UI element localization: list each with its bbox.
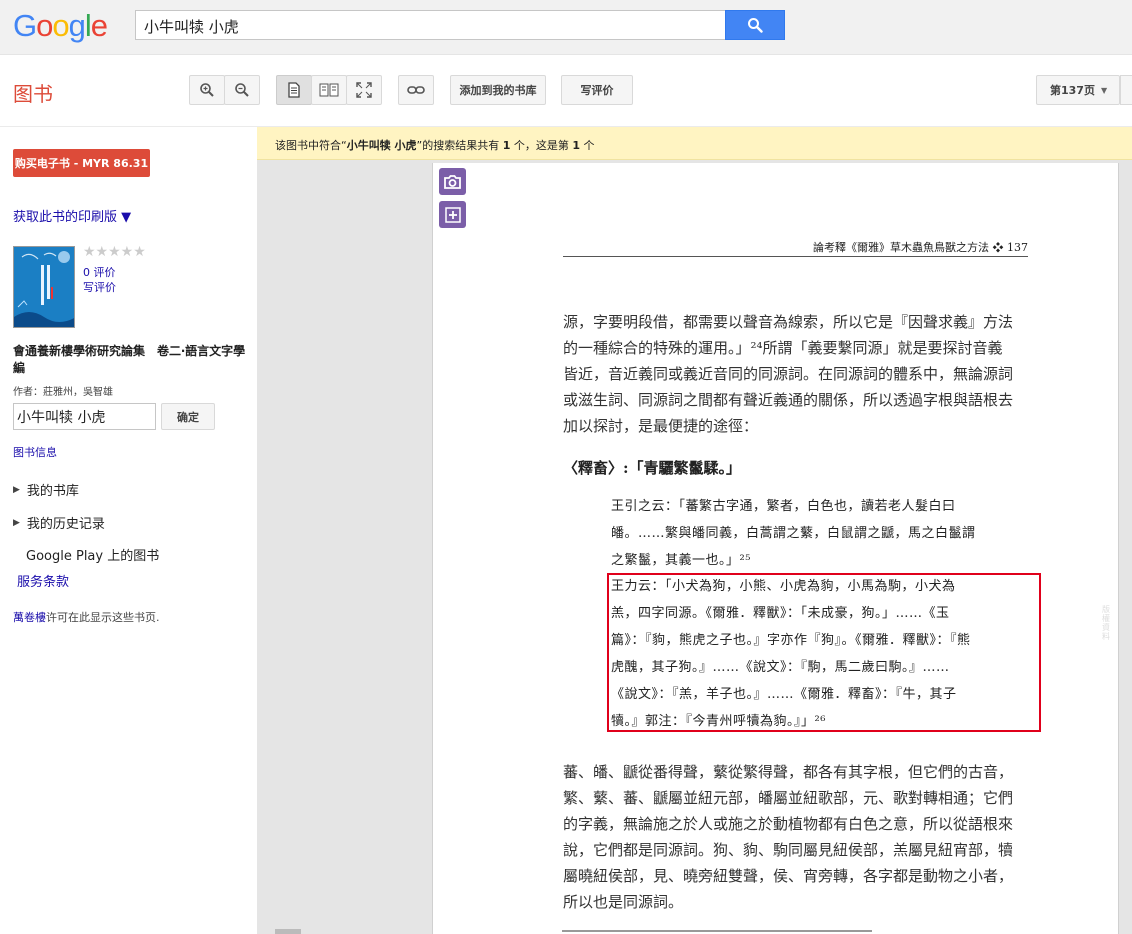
book-page[interactable]: 論考釋《爾雅》草木蟲魚鳥獸之方法 ❖ 137 源，字要明段借，都需要以聲音為線索… xyxy=(432,163,1119,934)
write-review-button[interactable]: 写评价 xyxy=(561,75,633,105)
nav-play-books[interactable]: Google Play 上的图书 xyxy=(26,545,159,564)
side-watermark: 版權資料 xyxy=(1102,605,1110,641)
book-viewer[interactable]: 该图书中符合“小牛叫犊 小虎”的搜索结果共有 1 个，这是第 1 个 論考釋《爾… xyxy=(257,127,1132,934)
notice-index: 1 xyxy=(572,139,581,152)
text-line: 虎醜，其子狗。』……《說文》：『駒，馬二歲曰駒。』…… xyxy=(611,660,950,675)
chevron-down-icon: ▼ xyxy=(1100,85,1108,95)
text-line: 蕃、皤、鼶從番得聲，蘩從繁得聲，都各有其字根，但它們的古音， xyxy=(563,763,1014,781)
text-line: 篇》：『豿，熊虎之子也。』字亦作『狗』。《爾雅．釋獸》：『熊 xyxy=(611,633,971,648)
fullscreen-button[interactable] xyxy=(346,75,382,105)
text-line: 王引之云：「蕃繁古字通，繁者，白色也，讀若老人髮白曰 xyxy=(611,499,956,514)
text-line: 屬曉紐侯部，見、曉旁紐雙聲，侯、宵旁轉，各字都是動物之小者， xyxy=(563,867,1014,885)
quote-wang-yinzhi: 王引之云：「蕃繁古字通，繁者，白色也，讀若老人髮白曰 皤。……繁與皤同義，白蒿謂… xyxy=(611,493,1031,574)
logo-letter: o xyxy=(52,8,69,43)
notice-query: 小牛叫犊 小虎 xyxy=(346,139,417,152)
text-line: 之繁鬣，其義一也。」²⁵ xyxy=(611,553,751,568)
camera-icon xyxy=(444,175,461,189)
nav-my-history[interactable]: ▶ 我的历史记录 xyxy=(13,513,105,532)
search-result-notice: 该图书中符合“小牛叫犊 小虎”的搜索结果共有 1 个，这是第 1 个 xyxy=(257,127,1132,160)
triangle-right-icon: ▶ xyxy=(13,484,20,495)
notice-text: 个 xyxy=(580,139,595,152)
nav-my-library[interactable]: ▶ 我的书库 xyxy=(13,480,79,499)
notice-text: 个，这是第 xyxy=(510,139,573,152)
text-line: 的一種綜合的特殊的運用。」²⁴所謂「義要繫同源」就是要探討音義 xyxy=(563,339,1003,357)
reviews-count-link[interactable]: 0 评价 xyxy=(83,264,116,280)
search-input[interactable]: 小牛叫犊 小虎 xyxy=(135,10,726,40)
single-page-button[interactable] xyxy=(276,75,312,105)
text-line: 所以也是同源詞。 xyxy=(563,893,684,911)
print-version-link[interactable]: 获取此书的印刷版 ▼ xyxy=(13,206,131,225)
zoom-out-button[interactable] xyxy=(224,75,260,105)
book-info-link[interactable]: 图书信息 xyxy=(13,444,57,460)
logo-letter: G xyxy=(13,8,37,43)
quote-wang-li: 王力云：「小犬為狗，小熊、小虎為豿，小馬為駒，小犬為 羔，四字同源。《爾雅．釋獸… xyxy=(611,573,1031,735)
clip-button[interactable] xyxy=(439,168,466,195)
text-line: 加以探討，是最便捷的途徑： xyxy=(563,417,759,435)
in-book-search-button[interactable]: 确定 xyxy=(161,403,215,430)
text-line: 或滋生詞、同源詞之間都有聲近義通的關係，所以透過字根與語根去 xyxy=(563,391,1014,409)
text-line: 羔，四字同源。《爾雅．釋獸》：「未成豪，狗。」……《玉 xyxy=(611,606,950,621)
google-logo[interactable]: Google xyxy=(13,8,108,44)
page-bottom-edge xyxy=(562,930,872,932)
search-icon xyxy=(748,18,763,33)
zoom-in-button[interactable] xyxy=(189,75,225,105)
book-cover[interactable] xyxy=(13,246,75,328)
scroll-handle[interactable] xyxy=(275,929,301,934)
nav-play-books-label: Google Play 上的图书 xyxy=(26,549,160,564)
running-head-rule xyxy=(563,256,1028,257)
logo-letter: g xyxy=(68,8,86,43)
nav-my-history-label: 我的历史记录 xyxy=(26,517,105,532)
logo-letter: o xyxy=(36,8,53,43)
single-page-icon xyxy=(288,82,300,98)
permission-notice: 萬卷樓许可在此显示这些书页. xyxy=(13,609,160,625)
link-button[interactable] xyxy=(398,75,434,105)
two-page-icon xyxy=(319,83,339,97)
text-line: 源，字要明段借，都需要以聲音為線索，所以它是『因聲求義』方法 xyxy=(563,313,1014,331)
publisher-link[interactable]: 萬卷樓 xyxy=(13,611,46,624)
rating-stars: ★★★★★ xyxy=(83,244,146,260)
section-title[interactable]: 图书 xyxy=(13,78,53,107)
page-select[interactable]: 第137页 ▼ xyxy=(1036,75,1120,105)
triangle-right-icon: ▶ xyxy=(13,517,20,528)
paragraph-1: 源，字要明段借，都需要以聲音為線索，所以它是『因聲求義』方法 的一種綜合的特殊的… xyxy=(563,309,1033,439)
text-line: 皆近，音近義同或義近音同的同源詞。在同源詞的體系中，無論源詞 xyxy=(563,365,1014,383)
text-line: 皤。……繁與皤同義，白蒿謂之蘩，白鼠謂之鼶，馬之白鬣謂 xyxy=(611,526,976,541)
add-to-library-button[interactable]: 添加到我的书库 xyxy=(450,75,546,105)
section-heading: 〈釋畜〉:「青驪繁鬣騥。」 xyxy=(563,459,742,477)
text-line: 說，它們都是同源詞。狗、豿、駒同屬見紐侯部，羔屬見紐宵部，犢 xyxy=(563,841,1014,859)
notice-text: 该图书中符合“ xyxy=(275,139,347,152)
book-toolbar: 图书 添加到我的书库 写评价 第137页 ▼ xyxy=(0,55,1132,127)
write-review-link[interactable]: 写评价 xyxy=(83,279,116,295)
page-select-label: 第137页 xyxy=(1050,84,1095,97)
two-page-button[interactable] xyxy=(311,75,347,105)
top-bar: Google 小牛叫犊 小虎 xyxy=(0,0,1132,55)
buy-ebook-button[interactable]: 购买电子书 - MYR 86.31 xyxy=(13,149,150,177)
search-button[interactable] xyxy=(725,10,785,40)
text-line: 的字義，無論施之於人或施之於動植物都有白色之意，所以從語根來 xyxy=(563,815,1014,833)
text-line: 王力云：「小犬為狗，小熊、小虎為豿，小馬為駒，小犬為 xyxy=(611,579,956,594)
plus-icon xyxy=(444,206,461,223)
sidebar: 购买电子书 - MYR 86.31 获取此书的印刷版 ▼ ★★★★★ 0 评价 … xyxy=(0,127,257,934)
in-book-search-input[interactable]: 小牛叫犊 小虎 xyxy=(13,403,156,430)
link-icon xyxy=(407,86,425,94)
permission-text: 许可在此显示这些书页. xyxy=(46,611,160,624)
logo-letter: e xyxy=(90,8,108,43)
text-line: 繁、蘩、蕃、鼶屬並紐元部，皤屬並紐歌部，元、歌對轉相通；它們 xyxy=(563,789,1014,807)
running-head: 論考釋《爾雅》草木蟲魚鳥獸之方法 ❖ 137 xyxy=(813,241,1028,254)
fullscreen-icon xyxy=(356,82,372,98)
paragraph-2: 蕃、皤、鼶從番得聲，蘩從繁得聲，都各有其字根，但它們的古音， 繁、蘩、蕃、鼶屬並… xyxy=(563,759,1033,915)
zoom-out-icon xyxy=(235,83,249,97)
zoom-in-icon xyxy=(200,83,214,97)
notice-text: ”的搜索结果共有 xyxy=(416,139,503,152)
terms-link[interactable]: 服务条款 xyxy=(17,571,69,590)
text-line: 《說文》：『羔，羊子也。』……《爾雅．釋畜》：『牛，其子 xyxy=(611,687,957,702)
add-note-button[interactable] xyxy=(439,201,466,228)
text-line: 犢。』郭注：『今青州呼犢為豿。』」²⁶ xyxy=(611,714,826,729)
nav-my-library-label: 我的书库 xyxy=(26,484,79,499)
page-select-extra[interactable] xyxy=(1120,75,1132,105)
book-authors: 作者：莊雅州，吳智雄 xyxy=(13,387,113,398)
book-name: 會通養新樓學術研究論集 卷二‧語言文字學編 xyxy=(13,344,246,375)
